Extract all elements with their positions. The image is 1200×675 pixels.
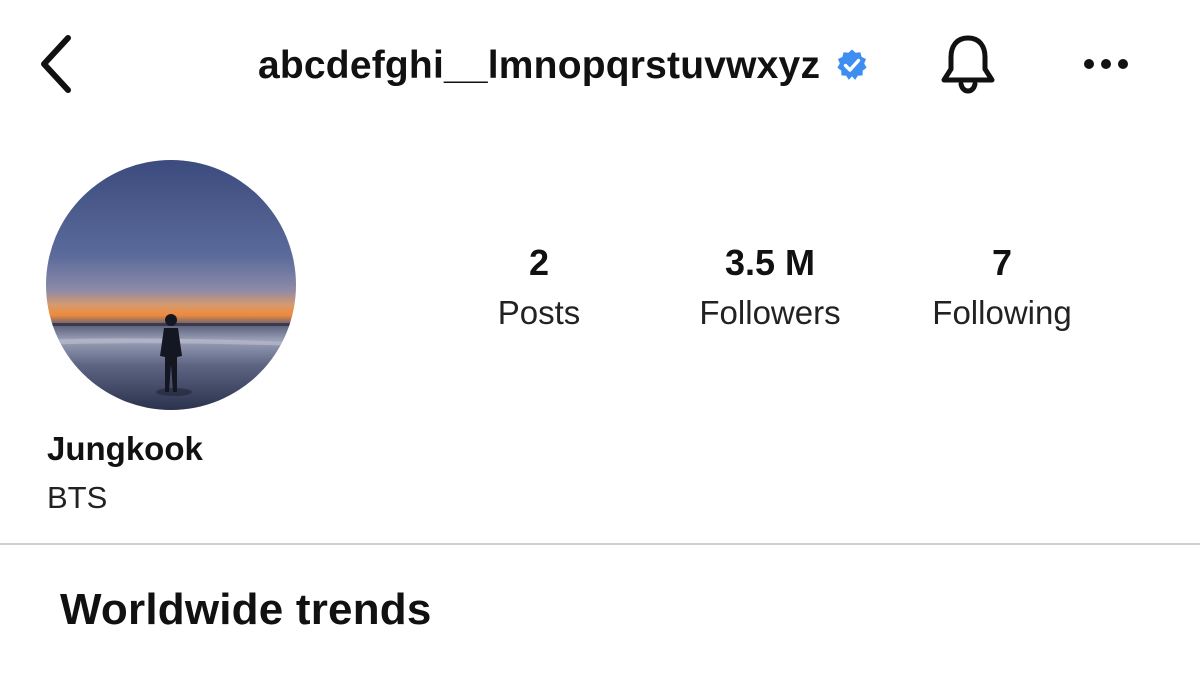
back-button[interactable] — [28, 28, 84, 100]
stat-following[interactable]: 7 Following — [892, 240, 1112, 340]
verified-badge-icon — [834, 48, 870, 84]
display-name: Jungkook — [47, 430, 203, 467]
notifications-button[interactable] — [934, 28, 1002, 100]
profile-page: abcdefghi__lmnopqrstuvwxyz 2 Posts 3.5 M… — [0, 0, 1200, 675]
stat-followers-value: 3.5 M — [724, 242, 816, 283]
more-horizontal-icon — [1084, 59, 1128, 69]
stat-followers[interactable]: 3.5 M Followers — [660, 240, 880, 340]
stat-followers-label: Followers — [699, 294, 841, 331]
stat-posts-label: Posts — [497, 294, 581, 331]
chevron-left-icon — [41, 35, 71, 93]
divider — [0, 543, 1200, 545]
stat-posts-value: 2 — [528, 242, 550, 283]
stat-following-value: 7 — [991, 242, 1013, 283]
bio: BTS — [47, 480, 108, 515]
username: abcdefghi__lmnopqrstuvwxyz — [258, 44, 821, 87]
more-options-button[interactable] — [1078, 40, 1134, 88]
stat-following-label: Following — [932, 294, 1072, 331]
section-title: Worldwide trends — [60, 585, 432, 634]
stat-posts[interactable]: 2 Posts — [429, 240, 649, 340]
bell-icon — [941, 35, 995, 94]
header-title: abcdefghi__lmnopqrstuvwxyz — [258, 40, 870, 92]
profile-stats: 2 Posts 3.5 M Followers 7 Following — [0, 240, 1200, 340]
